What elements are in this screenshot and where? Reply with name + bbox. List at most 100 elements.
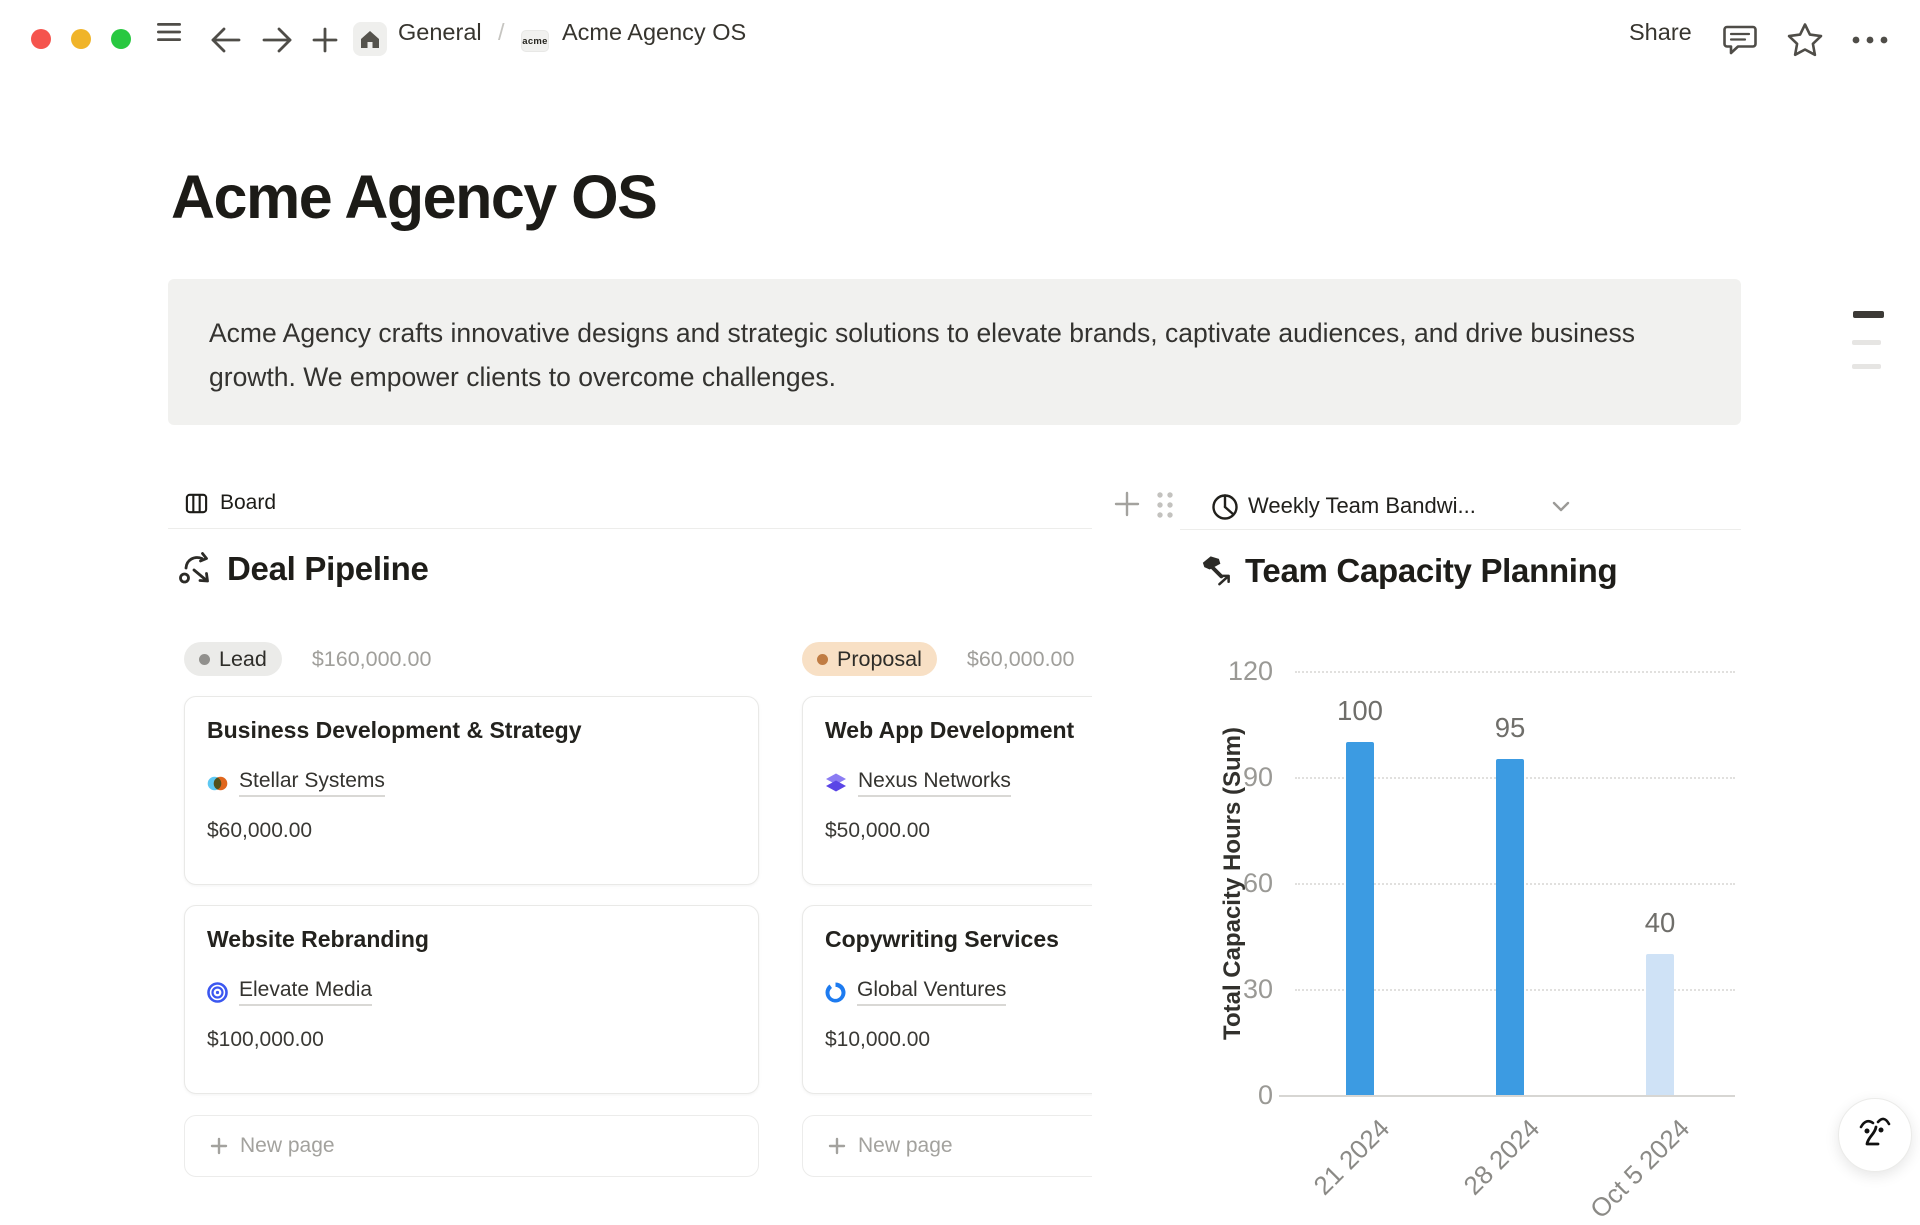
bar — [1646, 954, 1674, 1095]
y-tick-label: 120 — [1213, 655, 1285, 687]
y-tick-label: 0 — [1213, 1079, 1285, 1111]
x-tick-label: 28 2024 — [1458, 1113, 1546, 1201]
share-button[interactable]: Share — [1629, 0, 1692, 64]
home-icon — [359, 29, 381, 50]
group-header: Proposal $60,000.00 — [802, 642, 1092, 676]
y-tick-label: 60 — [1213, 867, 1285, 899]
y-tick-label: 90 — [1213, 761, 1285, 793]
close-window-button[interactable] — [31, 29, 51, 49]
x-tick-label: Oct 5 2024 — [1584, 1113, 1696, 1225]
chart-view-pie-icon[interactable] — [1210, 492, 1240, 522]
group-name: Proposal — [837, 647, 922, 672]
traffic-lights — [31, 29, 131, 49]
more-options-icon[interactable] — [1848, 28, 1892, 52]
window-title-bar: General / acme Acme Agency OS Share — [0, 0, 1920, 64]
bar — [1496, 759, 1524, 1095]
board-view-label: Board — [220, 491, 276, 515]
status-dot — [817, 654, 828, 665]
group-header: Lead $160,000.00 — [184, 642, 759, 676]
card-amount: $50,000.00 — [825, 819, 1092, 843]
board-view-tabs: Board — [168, 478, 1092, 529]
card-title: Web App Development — [825, 717, 1092, 744]
elevate-media-logo-icon — [207, 982, 228, 1003]
tab-weekly-team-bandwidth[interactable]: Weekly Team Bandwi... — [1248, 480, 1476, 532]
company-link[interactable]: Elevate Media — [239, 978, 372, 1006]
group-pill-lead[interactable]: Lead — [184, 642, 282, 676]
chevron-down-icon[interactable] — [1550, 498, 1572, 514]
board-groups: Lead $160,000.00 Business Development & … — [184, 642, 1092, 1177]
company-link[interactable]: Global Ventures — [857, 978, 1006, 1006]
plus-icon — [828, 1137, 846, 1155]
new-page-button[interactable]: New page — [184, 1115, 759, 1177]
forward-arrow-icon[interactable] — [261, 24, 293, 56]
group-column-lead: Lead $160,000.00 Business Development & … — [184, 642, 759, 1177]
deal-pipeline-icon — [178, 551, 214, 587]
notion-ai-button[interactable] — [1838, 1098, 1912, 1172]
plus-icon — [210, 1137, 228, 1155]
chart-heading: Team Capacity Planning — [1198, 552, 1617, 590]
bar-value-label: 100 — [1315, 696, 1405, 726]
bar-value-label: 40 — [1615, 908, 1705, 938]
group-pill-proposal[interactable]: Proposal — [802, 642, 937, 676]
sidebar-menu-icon[interactable] — [156, 19, 184, 45]
board-card[interactable]: Business Development & Strategy Stellar … — [184, 696, 759, 885]
company-link[interactable]: Nexus Networks — [858, 769, 1011, 797]
company-link[interactable]: Stellar Systems — [239, 769, 385, 797]
team-capacity-hammer-icon — [1198, 554, 1233, 589]
company-row: Global Ventures — [825, 978, 1092, 1006]
callout-block: Acme Agency crafts innovative designs an… — [168, 279, 1741, 425]
favorite-star-icon[interactable] — [1784, 20, 1826, 60]
company-row: Elevate Media — [207, 978, 736, 1006]
gridline — [1295, 671, 1735, 673]
board-view-icon — [184, 491, 209, 516]
board-title: Deal Pipeline — [227, 550, 429, 588]
group-name: Lead — [219, 647, 267, 672]
comments-icon[interactable] — [1720, 22, 1760, 58]
new-page-button[interactable]: New page — [802, 1115, 1092, 1177]
toc-bar[interactable] — [1852, 364, 1881, 369]
toc-bar-active[interactable] — [1853, 311, 1884, 318]
breadcrumb-section[interactable]: General — [398, 0, 482, 64]
stellar-systems-logo-icon — [207, 773, 228, 794]
tab-board-view[interactable]: Board — [184, 491, 276, 516]
group-sum: $160,000.00 — [312, 647, 432, 672]
x-tick-label: 21 2024 — [1308, 1113, 1396, 1201]
zoom-window-button[interactable] — [111, 29, 131, 49]
page-logo-chip: acme — [521, 30, 549, 52]
card-amount: $100,000.00 — [207, 1028, 736, 1052]
new-page-label: New page — [858, 1134, 953, 1158]
bar-chart: Total Capacity Hours (Sum) 0306090120100… — [1285, 671, 1735, 1095]
company-row: Stellar Systems — [207, 769, 736, 797]
board-card[interactable]: Website Rebranding Elevate Media $100,00… — [184, 905, 759, 1094]
x-axis-line — [1279, 1095, 1735, 1097]
home-breadcrumb-button[interactable] — [353, 22, 387, 56]
minimize-window-button[interactable] — [71, 29, 91, 49]
board-card[interactable]: Web App Development Nexus Networks $50,0… — [802, 696, 1092, 885]
board-card[interactable]: Copywriting Services Global Ventures $10… — [802, 905, 1092, 1094]
status-dot — [199, 654, 210, 665]
chart-title: Team Capacity Planning — [1245, 552, 1617, 590]
bar — [1346, 742, 1374, 1095]
bar-value-label: 95 — [1465, 713, 1555, 743]
card-title: Copywriting Services — [825, 926, 1092, 953]
notion-ai-face-icon — [1854, 1112, 1896, 1158]
card-title: Business Development & Strategy — [207, 717, 736, 744]
breadcrumb-page[interactable]: Acme Agency OS — [562, 0, 746, 64]
breadcrumb-separator: / — [498, 0, 505, 64]
group-column-proposal: Proposal $60,000.00 Web App Development … — [802, 642, 1092, 1177]
card-title: Website Rebranding — [207, 926, 736, 953]
callout-text: Acme Agency crafts innovative designs an… — [209, 318, 1635, 392]
add-block-plus-icon[interactable] — [1110, 482, 1144, 526]
toc-bar[interactable] — [1852, 340, 1881, 345]
card-amount: $60,000.00 — [207, 819, 736, 843]
deal-pipeline-pane: Board Deal Pipeline Lead $160,000.00 Bus… — [168, 478, 1092, 1200]
company-row: Nexus Networks — [825, 769, 1092, 797]
new-tab-plus-icon[interactable] — [309, 24, 341, 56]
global-ventures-logo-icon — [825, 982, 846, 1003]
group-sum: $60,000.00 — [967, 647, 1075, 672]
deal-pipeline-heading: Deal Pipeline — [178, 550, 429, 588]
y-tick-label: 30 — [1213, 973, 1285, 1005]
back-arrow-icon[interactable] — [210, 24, 242, 56]
drag-handle-icon[interactable] — [1150, 486, 1180, 524]
new-page-label: New page — [240, 1134, 335, 1158]
